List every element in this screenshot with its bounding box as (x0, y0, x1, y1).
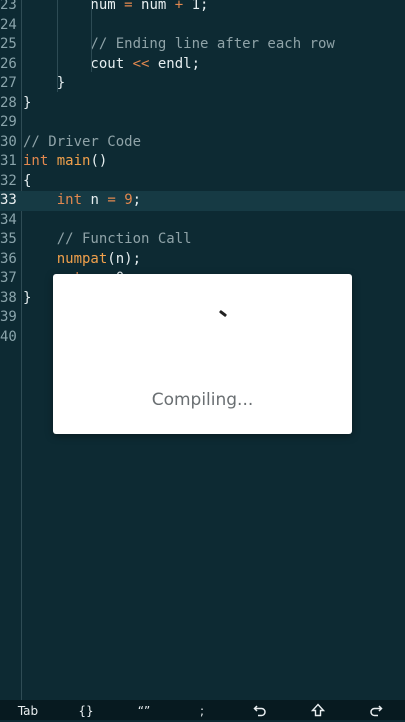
code-line[interactable]: 28} (0, 94, 405, 114)
code-token: endl; (149, 55, 201, 72)
code-text: // Function Call (23, 230, 192, 250)
line-number: 37 (0, 270, 17, 286)
code-line[interactable]: 31 int main() (0, 152, 405, 172)
line-number: 26 (0, 55, 17, 72)
shift-button[interactable] (298, 700, 338, 720)
compiling-dialog: Compiling... (53, 274, 352, 434)
line-number: 34 (0, 211, 17, 228)
code-line[interactable]: 29 (0, 113, 405, 133)
line-number: 39 (0, 309, 17, 325)
code-text: // Ending line after each row (23, 35, 335, 55)
redo-button[interactable] (356, 700, 396, 720)
line-number: 33 (0, 192, 17, 208)
line-number: 29 (0, 114, 17, 130)
line-number: 31 (0, 153, 17, 169)
code-token: int (23, 153, 49, 169)
code-line[interactable]: 24 (0, 16, 405, 36)
code-token: // Function Call (23, 231, 192, 247)
code-token: main (56, 153, 91, 169)
code-token: () (90, 153, 108, 169)
code-token: 1; (183, 0, 209, 13)
code-line[interactable]: 33 int n = 9; (0, 191, 405, 211)
line-number: 24 (0, 16, 17, 33)
code-token: n (82, 192, 108, 208)
code-text: num = num + 1; (23, 0, 208, 16)
code-line[interactable]: 30 // Driver Code (0, 133, 405, 153)
code-text: numpat(n); (23, 250, 141, 270)
code-token: numpat (56, 250, 108, 267)
code-token: + (174, 0, 184, 13)
braces-key[interactable]: {} (66, 700, 106, 720)
line-number: 30 (0, 133, 17, 150)
line-number: 27 (0, 75, 17, 91)
code-line[interactable]: 23 num = num + 1; (0, 0, 405, 16)
line-number: 38 (0, 289, 17, 306)
undo-icon (253, 705, 266, 717)
code-text: // Driver Code (23, 133, 141, 153)
code-token: = (124, 0, 133, 13)
code-line[interactable]: 27 } (0, 74, 405, 94)
code-line[interactable]: 32 { (0, 172, 405, 192)
shift-icon (311, 703, 325, 717)
redo-icon (370, 705, 383, 717)
code-token: } (23, 94, 32, 111)
quotes-key[interactable]: “” (124, 700, 164, 720)
line-number: 32 (0, 172, 17, 189)
indent-guide (91, 0, 92, 72)
line-number: 25 (0, 36, 17, 52)
line-number: 23 (0, 0, 17, 13)
code-token: ; (132, 192, 142, 208)
tab-key[interactable]: Tab (6, 700, 50, 720)
code-text: } (23, 74, 65, 94)
code-text: int n = 9; (23, 191, 141, 211)
code-text: } (23, 289, 31, 309)
undo-button[interactable] (240, 700, 280, 720)
code-token: num (23, 0, 125, 13)
code-line[interactable]: 26 cout << endl; (0, 55, 405, 75)
code-text: } (23, 94, 31, 114)
line-number: 36 (0, 250, 17, 267)
code-token: = (107, 192, 116, 208)
line-number: 35 (0, 231, 17, 247)
code-token: // Ending line after each row (23, 36, 335, 52)
semicolon-key[interactable]: ; (182, 700, 222, 720)
code-token: } (23, 75, 66, 91)
compiling-label: Compiling... (151, 390, 254, 410)
code-line[interactable]: 35 // Function Call (0, 230, 405, 250)
code-line[interactable]: 36 numpat(n); (0, 250, 405, 270)
code-token: } (23, 289, 32, 306)
line-number: 28 (0, 94, 17, 111)
code-text: int main() (23, 152, 107, 172)
extra-keys-toolbar: Tab {} “” ; (0, 700, 405, 720)
code-token: (n); (107, 250, 142, 267)
line-number: 40 (0, 328, 17, 345)
code-token: num (132, 0, 175, 13)
indent-guide (57, 0, 58, 92)
code-token: // Driver Code (23, 133, 142, 150)
code-token: cout (23, 55, 133, 72)
code-line[interactable]: 25 // Ending line after each row (0, 35, 405, 55)
code-token: << (132, 55, 150, 72)
code-token: { (23, 172, 32, 189)
code-token: 9 (124, 192, 133, 208)
code-line[interactable]: 34 (0, 211, 405, 231)
code-text: { (23, 172, 31, 192)
code-text: cout << endl; (23, 55, 200, 75)
code-token: int (56, 192, 83, 208)
